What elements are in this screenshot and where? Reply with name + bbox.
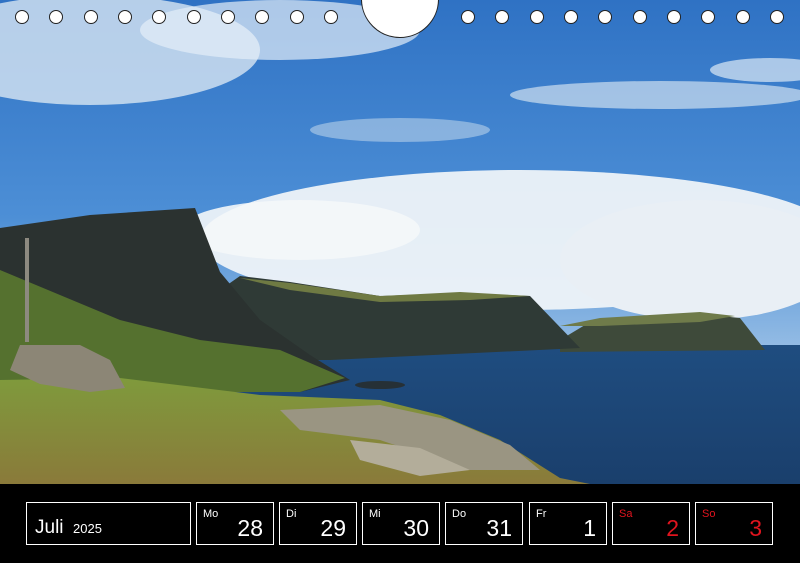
weekend-day-cell: So 3 [695, 502, 773, 545]
day-cell: Mo 28 [196, 502, 274, 545]
binding-hole [530, 10, 544, 24]
month-box: Juli 2025 [26, 502, 191, 545]
weekday-label: Mi [369, 508, 381, 520]
day-cell: Do 31 [445, 502, 523, 545]
weekday-label: Sa [619, 508, 633, 520]
day-number: 30 [403, 515, 429, 541]
day-number: 3 [749, 515, 762, 541]
binding-hole [255, 10, 269, 24]
binding-hole [84, 10, 98, 24]
day-number: 28 [237, 515, 263, 541]
month-name: Juli [35, 517, 64, 538]
calendar-page: Juli 2025 Mo 28 Di 29 Mi 30 Do 31 Fr 1 S… [0, 0, 800, 563]
weekday-label: Fr [536, 508, 547, 520]
binding-hole [187, 10, 201, 24]
binding-hole [667, 10, 681, 24]
binding-hole [15, 10, 29, 24]
day-number: 2 [666, 515, 679, 541]
binding-hole [324, 10, 338, 24]
weekday-label: Do [452, 508, 467, 520]
binding-hole [633, 10, 647, 24]
sea-cliff-coast-image [0, 0, 800, 484]
binding-hole [118, 10, 132, 24]
binding-hole [736, 10, 750, 24]
weekday-label: Mo [203, 508, 219, 520]
binding-hole [495, 10, 509, 24]
year-label: 2025 [73, 521, 102, 536]
day-cell: Mi 30 [362, 502, 440, 545]
day-cell: Fr 1 [529, 502, 607, 545]
weekday-label: So [702, 508, 716, 520]
day-number: 31 [486, 515, 512, 541]
binding-hole [461, 10, 475, 24]
day-number: 1 [583, 515, 596, 541]
weekend-day-cell: Sa 2 [612, 502, 690, 545]
hanger-cutout [361, 0, 439, 38]
binding-holes [0, 0, 800, 40]
day-number: 29 [320, 515, 346, 541]
binding-hole [770, 10, 784, 24]
day-cell: Di 29 [279, 502, 357, 545]
binding-hole [564, 10, 578, 24]
binding-hole [221, 10, 235, 24]
binding-hole [290, 10, 304, 24]
weekday-label: Di [286, 508, 297, 520]
binding-hole [701, 10, 715, 24]
landscape-photo [0, 0, 800, 484]
calendar-strip: Juli 2025 Mo 28 Di 29 Mi 30 Do 31 Fr 1 S… [0, 484, 800, 563]
binding-hole [152, 10, 166, 24]
binding-hole [49, 10, 63, 24]
binding-hole [598, 10, 612, 24]
